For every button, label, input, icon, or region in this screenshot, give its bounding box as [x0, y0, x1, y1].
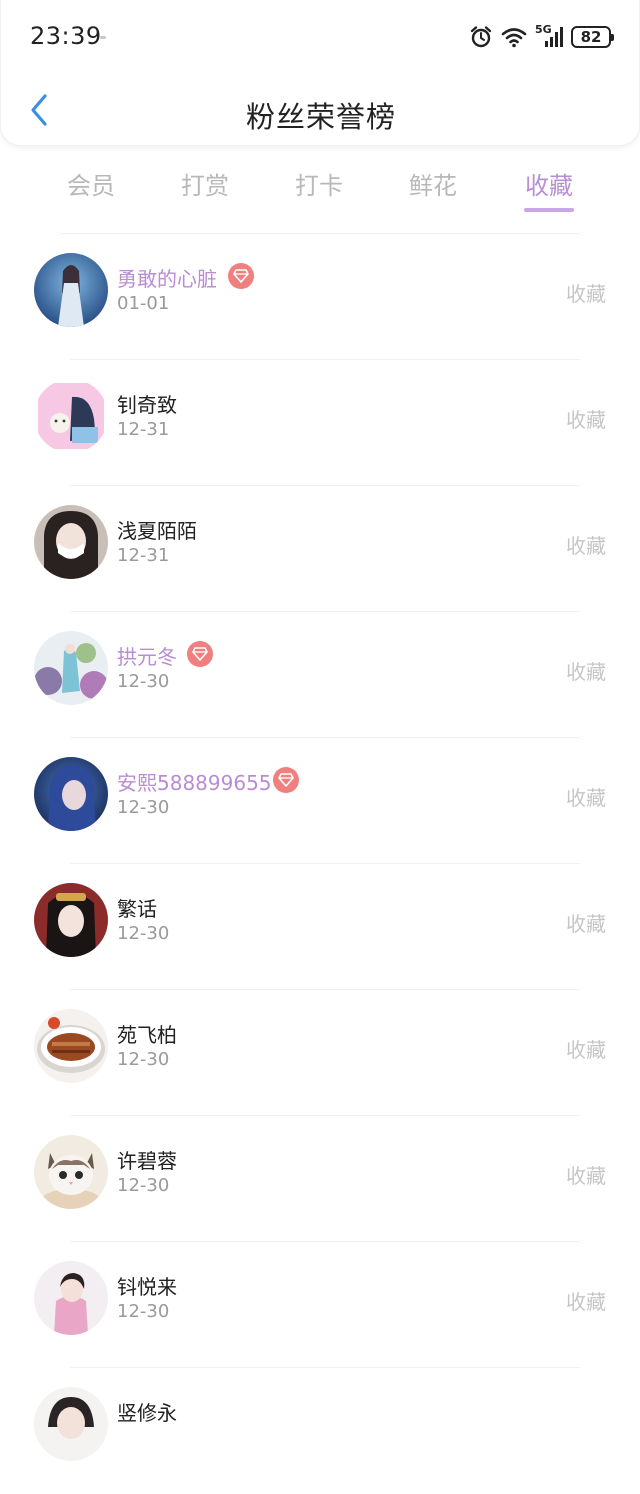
tab-label: 收藏	[525, 172, 573, 200]
list-item[interactable]: 苑飞柏 12-30 收藏	[0, 990, 640, 1116]
diamond-badge-icon	[187, 641, 213, 667]
diamond-badge-icon	[228, 263, 254, 289]
battery-tip	[611, 34, 614, 41]
tab-label: 打赏	[181, 172, 229, 200]
alarm-icon	[469, 25, 493, 49]
tab-label: 打卡	[295, 172, 343, 200]
user-name: 浅夏陌陌	[117, 519, 197, 543]
user-date: 12-30	[117, 1175, 170, 1196]
avatar	[34, 1135, 108, 1209]
user-name: 勇敢的心脏	[117, 267, 217, 291]
collect-label: 收藏	[566, 786, 606, 810]
user-date: 12-30	[117, 797, 170, 818]
user-name: 苑飞柏	[117, 1023, 177, 1047]
user-date: 12-31	[117, 545, 170, 566]
avatar	[34, 1261, 108, 1335]
header-card: 23:39 5G 82 粉丝荣誉榜	[0, 0, 640, 146]
avatar	[34, 883, 108, 957]
user-name: 钊奇致	[117, 393, 177, 417]
cellular-5g-icon: 5G	[535, 23, 563, 49]
collect-label: 收藏	[566, 1164, 606, 1188]
avatar	[34, 757, 108, 831]
tab-reward[interactable]: 打赏	[150, 166, 260, 201]
list-item[interactable]: 许碧蓉 12-30 收藏	[0, 1116, 640, 1242]
user-date: 12-30	[117, 923, 170, 944]
tab-member[interactable]: 会员	[36, 166, 146, 201]
list-item[interactable]: 勇敢的心脏 01-01 收藏	[0, 234, 640, 360]
tab-checkin[interactable]: 打卡	[264, 166, 374, 201]
collect-label: 收藏	[566, 660, 606, 684]
avatar	[34, 631, 108, 705]
list-item[interactable]: 钭悦来 12-30 收藏	[0, 1242, 640, 1368]
avatar	[34, 1387, 108, 1461]
fan-list: 勇敢的心脏 01-01 收藏 钊奇致 12-31 收藏 浅夏陌陌 12-31 收…	[0, 234, 640, 1494]
avatar	[34, 1009, 108, 1083]
battery-icon: 82	[571, 26, 614, 48]
collect-label: 收藏	[566, 408, 606, 432]
collect-label: 收藏	[566, 534, 606, 558]
list-item[interactable]: 安熙588899655 12-30 收藏	[0, 738, 640, 864]
user-name: 拱元冬	[117, 645, 177, 669]
avatar	[34, 505, 108, 579]
user-date: 12-30	[117, 1049, 170, 1070]
user-date: 12-30	[117, 671, 170, 692]
list-item[interactable]: 浅夏陌陌 12-31 收藏	[0, 486, 640, 612]
active-tab-indicator	[524, 208, 574, 212]
avatar	[34, 253, 108, 327]
collect-label: 收藏	[566, 912, 606, 936]
collect-label: 收藏	[566, 1038, 606, 1062]
status-icons: 5G 82	[469, 23, 614, 50]
collect-label: 收藏	[566, 1290, 606, 1314]
tab-label: 鲜花	[409, 172, 457, 200]
user-name: 钭悦来	[117, 1275, 177, 1299]
status-time: 23:39	[30, 22, 102, 50]
battery-level: 82	[580, 27, 602, 46]
user-name: 许碧蓉	[117, 1149, 177, 1173]
page-title: 粉丝荣誉榜	[245, 100, 396, 134]
user-name: 繁话	[117, 897, 157, 921]
list-item[interactable]: 竖修永	[0, 1368, 640, 1494]
tab-flowers[interactable]: 鲜花	[378, 166, 488, 201]
nav-bar: 粉丝荣誉榜	[1, 74, 640, 146]
tab-bar: 会员 打赏 打卡 鲜花 收藏	[0, 146, 640, 234]
tab-collect[interactable]: 收藏	[494, 166, 604, 212]
notification-dot	[100, 36, 106, 39]
list-item[interactable]: 钊奇致 12-31 收藏	[0, 360, 640, 486]
tab-label: 会员	[67, 172, 115, 200]
user-name: 安熙588899655	[117, 771, 272, 795]
user-date: 12-31	[117, 419, 170, 440]
list-item[interactable]: 拱元冬 12-30 收藏	[0, 612, 640, 738]
diamond-badge-icon	[273, 767, 299, 793]
avatar	[34, 379, 108, 453]
status-bar: 23:39 5G 82	[1, 0, 640, 74]
collect-label: 收藏	[566, 282, 606, 306]
list-item[interactable]: 繁话 12-30 收藏	[0, 864, 640, 990]
user-date: 12-30	[117, 1301, 170, 1322]
user-date: 01-01	[117, 293, 170, 314]
wifi-icon	[501, 26, 527, 48]
